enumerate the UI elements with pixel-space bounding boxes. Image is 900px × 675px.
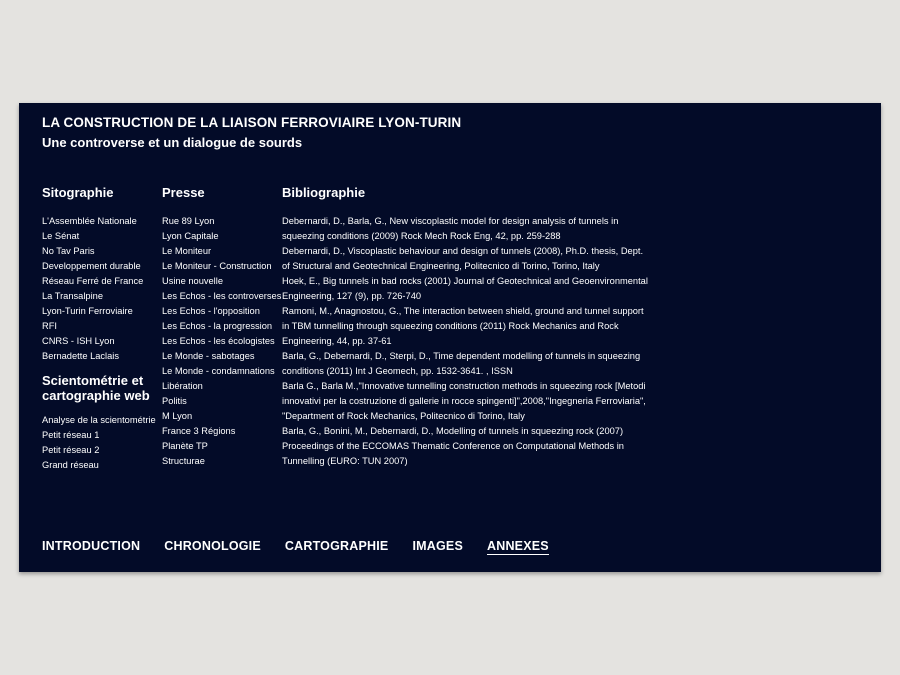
sitographie-column: Sitographie L'Assemblée Nationale Le Séna… xyxy=(42,185,160,473)
sitographie-link[interactable]: Bernadette Laclais xyxy=(42,349,160,364)
nav-introduction[interactable]: INTRODUCTION xyxy=(42,539,140,555)
sitographie-link[interactable]: Réseau Ferré de France xyxy=(42,274,160,289)
sitographie-link[interactable]: No Tav Paris xyxy=(42,244,160,259)
sitographie-link[interactable]: Lyon-Turin Ferroviaire xyxy=(42,304,160,319)
presse-link[interactable]: Lyon Capitale xyxy=(162,229,280,244)
presse-link[interactable]: Les Echos - l'opposition xyxy=(162,304,280,319)
scientometrie-heading: Scientométrie et cartographie web xyxy=(42,373,150,403)
presse-link[interactable]: Politis xyxy=(162,394,280,409)
sitographie-link[interactable]: CNRS - ISH Lyon xyxy=(42,334,160,349)
presse-list: Rue 89 Lyon Lyon Capitale Le Moniteur Le Mo… xyxy=(162,214,281,469)
presse-link[interactable]: Le Moniteur xyxy=(162,244,280,259)
nav-chronologie[interactable]: CHRONOLOGIE xyxy=(164,539,261,555)
bibliography-entry: Hoek, E., Big tunnels in bad rocks (2001… xyxy=(282,276,648,301)
sitographie-link[interactable]: RFI xyxy=(42,319,160,334)
main-nav: INTRODUCTION CHRONOLOGIE CARTOGRAPHIE IMAGE… xyxy=(42,539,549,555)
presse-link[interactable]: Les Echos - la progression xyxy=(162,319,280,334)
bibliography-entry: Barla G., Barla M.,"Innovative tunnellin… xyxy=(282,381,646,421)
presse-link[interactable]: Les Echos - les controverses xyxy=(162,289,281,304)
scientometrie-list: Analyse de la scientométrie Petit réseau … xyxy=(42,413,160,473)
bibliography-entry: Barla, G., Debernardi, D., Sterpi, D., T… xyxy=(282,351,641,376)
bibliographie-column: Bibliographie Debernardi, D., Barla, G.,… xyxy=(282,185,662,469)
presse-link[interactable]: Le Monde - sabotages xyxy=(162,349,280,364)
presse-link[interactable]: M Lyon xyxy=(162,409,280,424)
sitographie-link[interactable]: L'Assemblée Nationale xyxy=(42,214,160,229)
presse-link[interactable]: Structurae xyxy=(162,454,280,469)
bibliography-entry: Barla, G., Bonini, M., Debernardi, D., M… xyxy=(282,426,624,466)
bibliographie-scroll-area[interactable]: Debernardi, D., Barla, G., New viscoplas… xyxy=(282,214,662,469)
presse-link[interactable]: Le Monde - condamnations xyxy=(162,364,280,379)
nav-cartographie[interactable]: CARTOGRAPHIE xyxy=(285,539,389,555)
nav-annexes[interactable]: ANNEXES xyxy=(486,539,549,555)
presse-link[interactable]: France 3 Régions xyxy=(162,424,280,439)
bibliography-entry: Debernardi, D., Barla, G., New viscoplas… xyxy=(282,216,619,241)
sitographie-link[interactable]: Le Sénat xyxy=(42,229,160,244)
presse-link[interactable]: Les Echos - les écologistes xyxy=(162,334,280,349)
page-subtitle: Une controverse et un dialogue de sourds xyxy=(42,135,303,150)
presse-heading: Presse xyxy=(162,185,205,200)
presse-link[interactable]: Rue 89 Lyon xyxy=(162,214,280,229)
sitographie-link[interactable]: Developpement durable xyxy=(42,259,160,274)
sitographie-list: L'Assemblée Nationale Le Sénat No Tav Pari… xyxy=(42,214,160,364)
nav-images[interactable]: IMAGES xyxy=(412,539,463,555)
presse-column: Presse Rue 89 Lyon Lyon Capitale Le Monite… xyxy=(162,185,281,469)
presse-link[interactable]: Le Moniteur - Construction xyxy=(162,259,280,274)
bibliography-entry: Ramoni, M., Anagnostou, G., The interact… xyxy=(282,306,644,346)
sitographie-heading: Sitographie xyxy=(42,185,114,200)
sitographie-link[interactable]: La Transalpine xyxy=(42,289,160,304)
scientometrie-link[interactable]: Analyse de la scientométrie xyxy=(42,413,160,428)
scientometrie-link[interactable]: Petit réseau 2 xyxy=(42,443,160,458)
scientometrie-link[interactable]: Grand réseau xyxy=(42,458,160,473)
main-panel: LA CONSTRUCTION DE LA LIAISON FERROVIAIR… xyxy=(19,103,881,572)
bibliography-entry: Debernardi, D., Viscoplastic behaviour a… xyxy=(282,246,644,271)
presse-link[interactable]: Planète TP xyxy=(162,439,280,454)
bibliographie-heading: Bibliographie xyxy=(282,185,366,200)
scientometrie-link[interactable]: Petit réseau 1 xyxy=(42,428,160,443)
presse-link[interactable]: Usine nouvelle xyxy=(162,274,280,289)
presse-link[interactable]: Libération xyxy=(162,379,280,394)
page-title: LA CONSTRUCTION DE LA LIAISON FERROVIAIR… xyxy=(42,115,462,130)
